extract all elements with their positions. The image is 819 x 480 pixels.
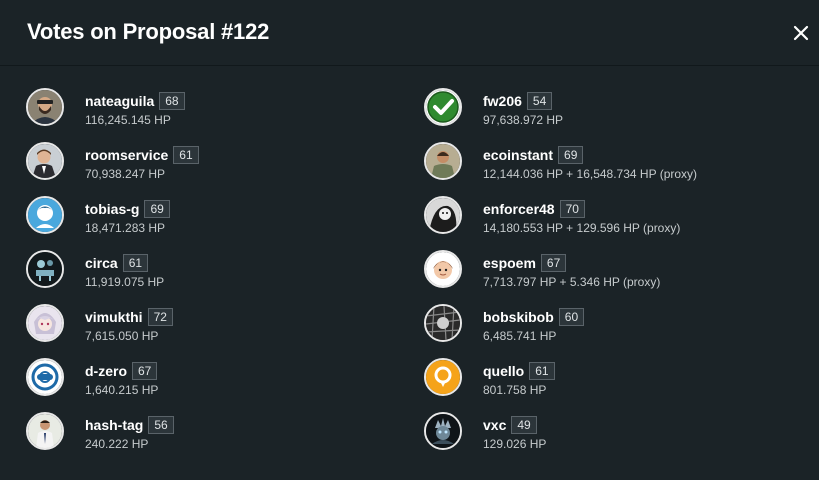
avatar[interactable]	[424, 304, 462, 342]
voter-hp: 18,471.283 HP	[85, 221, 166, 235]
avatar[interactable]	[26, 250, 64, 288]
reputation-badge: 69	[144, 200, 170, 218]
avatar[interactable]	[424, 358, 462, 396]
voter-name: enforcer48	[483, 201, 555, 217]
voter-hp: 11,919.075 HP	[85, 275, 165, 289]
voter-item[interactable]: hash-tag 56 240.222 HP	[26, 412, 406, 466]
avatar[interactable]	[424, 412, 462, 450]
voter-item[interactable]: enforcer48 70 14,180.553 HP + 129.596 HP …	[424, 196, 804, 250]
modal-title: Votes on Proposal #122	[27, 19, 270, 44]
voter-name: nateaguila	[85, 93, 155, 109]
voter-item[interactable]: d-zero 67 1,640.215 HP	[26, 358, 406, 412]
avatar[interactable]	[26, 196, 64, 234]
voter-name: espoem	[483, 255, 536, 271]
voter-name: hash-tag	[85, 417, 144, 433]
voter-name: tobias-g	[85, 201, 140, 217]
voter-item[interactable]: fw206 54 97,638.972 HP	[424, 88, 804, 142]
voter-hp: 70,938.247 HP	[85, 167, 166, 181]
voter-item[interactable]: vimukthi 72 7,615.050 HP	[26, 304, 406, 358]
voter-hp: 129.026 HP	[483, 437, 547, 451]
voter-item[interactable]: bobskibob 60 6,485.741 HP	[424, 304, 804, 358]
voters-right-column: fw206 54 97,638.972 HP ecoinstant 69 12,14…	[424, 88, 804, 466]
avatar[interactable]	[424, 88, 462, 126]
voter-hp: 116,245.145 HP	[85, 113, 171, 127]
voter-item[interactable]: espoem 67 7,713.797 HP + 5.346 HP (proxy)	[424, 250, 804, 304]
voter-name: bobskibob	[483, 309, 554, 325]
voter-hp: 6,485.741 HP	[483, 329, 557, 343]
voter-hp: 240.222 HP	[85, 437, 149, 451]
reputation-badge: 54	[526, 92, 553, 110]
voter-hp: 1,640.215 HP	[85, 383, 159, 397]
reputation-badge: 60	[558, 308, 585, 326]
voter-name: roomservice	[85, 147, 169, 163]
reputation-badge: 56	[148, 416, 174, 434]
voter-hp: 12,144.036 HP + 16,548.734 HP (proxy)	[483, 167, 698, 181]
voter-item[interactable]: ecoinstant 69 12,144.036 HP + 16,548.734 …	[424, 142, 804, 196]
avatar[interactable]	[26, 412, 64, 450]
voter-name: d-zero	[85, 363, 127, 379]
avatar[interactable]	[26, 358, 64, 396]
avatar[interactable]	[26, 304, 64, 342]
voters-left-column: nateaguila 68 116,245.145 HP roomservice 6…	[26, 88, 406, 466]
avatar[interactable]	[424, 196, 462, 234]
reputation-badge: 72	[147, 308, 173, 326]
avatar[interactable]	[424, 142, 462, 180]
voter-hp: 801.758 HP	[483, 383, 547, 397]
reputation-badge: 69	[558, 146, 584, 164]
reputation-badge: 61	[122, 254, 149, 272]
reputation-badge: 70	[559, 200, 585, 218]
voter-name: quello	[483, 363, 525, 379]
voter-hp: 7,713.797 HP + 5.346 HP (proxy)	[483, 275, 661, 289]
avatar[interactable]	[424, 250, 462, 288]
voter-hp: 14,180.553 HP + 129.596 HP (proxy)	[483, 221, 681, 235]
voter-name: circa	[85, 255, 118, 271]
voter-name: vxc	[483, 417, 507, 433]
reputation-badge: 68	[159, 92, 185, 110]
voter-name: ecoinstant	[483, 147, 554, 163]
voter-item[interactable]: vxc 49 129.026 HP	[424, 412, 804, 466]
reputation-badge: 67	[540, 254, 567, 272]
votes-modal: Votes on Proposal #122 nateaguila 68 116…	[0, 0, 819, 480]
modal-header: Votes on Proposal #122	[0, 0, 819, 66]
close-icon[interactable]	[790, 22, 812, 44]
voter-item[interactable]: circa 61 11,919.075 HP	[26, 250, 406, 304]
voter-name: fw206	[483, 93, 522, 109]
avatar[interactable]	[26, 88, 64, 126]
reputation-badge: 61	[173, 146, 199, 164]
voter-item[interactable]: tobias-g 69 18,471.283 HP	[26, 196, 406, 250]
voter-hp: 97,638.972 HP	[483, 113, 564, 127]
avatar[interactable]	[26, 142, 64, 180]
reputation-badge: 67	[132, 362, 158, 380]
voter-name: vimukthi	[85, 309, 143, 325]
voter-item[interactable]: quello 61 801.758 HP	[424, 358, 804, 412]
reputation-badge: 49	[511, 416, 537, 434]
voter-item[interactable]: nateaguila 68 116,245.145 HP	[26, 88, 406, 142]
voter-item[interactable]: roomservice 61 70,938.247 HP	[26, 142, 406, 196]
voter-hp: 7,615.050 HP	[85, 329, 159, 343]
reputation-badge: 61	[529, 362, 555, 380]
